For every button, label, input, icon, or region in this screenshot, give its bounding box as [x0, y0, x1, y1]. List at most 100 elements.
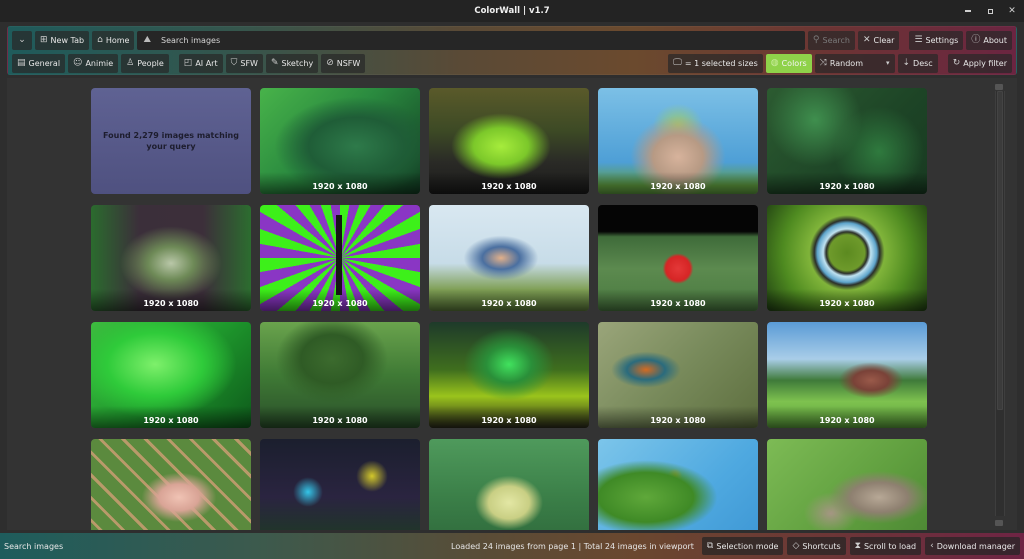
purity-sfw-toggle[interactable]: ⛉ SFW: [225, 53, 263, 73]
image-tile[interactable]: 1920 x 1080: [91, 205, 251, 311]
image-gallery: Found 2,279 images matching your query 1…: [7, 78, 1017, 530]
window-icon: ▤: [17, 57, 26, 68]
image-tile[interactable]: [429, 439, 589, 530]
image-tile[interactable]: 1920 x 1080: [429, 205, 589, 311]
toolbar-row-filters: ▤ General ☺ Animie ♙ People ◰ AI Art ⛉ S…: [12, 53, 1012, 73]
results-summary-tile: Found 2,279 images matching your query: [91, 88, 251, 194]
image-tile[interactable]: 1920 x 1080: [429, 322, 589, 428]
window-title: ColorWall | v1.7: [474, 6, 550, 16]
resolution-label: 1920 x 1080: [598, 289, 758, 311]
image-tile[interactable]: [767, 439, 927, 530]
category-anime-toggle[interactable]: ☺ Animie: [68, 53, 119, 73]
cat-face-icon: ☺: [73, 57, 83, 68]
status-left-text: Search images: [4, 541, 64, 551]
settings-button[interactable]: ☰ Settings: [909, 30, 964, 50]
image-tile[interactable]: 1920 x 1080: [260, 205, 420, 311]
image-tile[interactable]: [91, 439, 251, 530]
selection-mode-button[interactable]: ⧉ Selection mode: [701, 537, 784, 555]
category-label: General: [28, 58, 61, 68]
apply-filter-button[interactable]: ↻ Apply filter: [947, 53, 1012, 73]
purity-label: AI Art: [195, 58, 218, 68]
scroll-down-arrow[interactable]: [995, 520, 1003, 526]
order-button[interactable]: ⇣ Desc: [897, 53, 938, 73]
resolution-label: 1920 x 1080: [91, 289, 251, 311]
person-icon: ♙: [126, 57, 135, 68]
selection-mode-label: Selection mode: [716, 541, 779, 551]
monitor-icon: 🖵: [673, 57, 682, 68]
selection-icon: ⧉: [706, 540, 714, 551]
info-icon: ⓘ: [971, 34, 981, 45]
purity-sketchy-toggle[interactable]: ✎ Sketchy: [265, 53, 319, 73]
minimize-icon: [965, 10, 971, 12]
new-tab-label: New Tab: [50, 35, 85, 45]
shortcuts-button[interactable]: ◇ Shortcuts: [787, 537, 846, 555]
image-tile[interactable]: [598, 439, 758, 530]
image-tile[interactable]: 1920 x 1080: [598, 322, 758, 428]
resolution-label: 1920 x 1080: [260, 172, 420, 194]
sizes-label: = 1 selected sizes: [684, 58, 758, 68]
about-label: About: [983, 35, 1007, 45]
maximize-button[interactable]: [984, 5, 996, 17]
image-tile[interactable]: 1920 x 1080: [598, 205, 758, 311]
diamond-icon: ◇: [792, 540, 800, 551]
category-label: Animie: [85, 58, 114, 68]
shield-check-icon: ⛉: [230, 57, 238, 68]
image-tile[interactable]: 1920 x 1080: [767, 205, 927, 311]
resolution-label: 1920 x 1080: [260, 289, 420, 311]
shuffle-icon: ⤨: [819, 57, 827, 68]
image-tile[interactable]: 1920 x 1080: [767, 88, 927, 194]
sizes-button[interactable]: 🖵 = 1 selected sizes: [668, 53, 763, 73]
chevron-down-icon: ⌄: [18, 34, 26, 45]
image-tile[interactable]: [260, 439, 420, 530]
clear-button[interactable]: ✕ Clear: [857, 30, 900, 50]
tabs-dropdown-button[interactable]: ⌄: [12, 30, 32, 50]
image-tile[interactable]: 1920 x 1080: [260, 88, 420, 194]
load-status: Loaded 24 images from page 1 | Total 24 …: [451, 541, 694, 551]
maximize-icon: [987, 8, 993, 14]
scroll-up-arrow[interactable]: [995, 84, 1003, 90]
minimize-button[interactable]: [962, 5, 974, 17]
search-input[interactable]: [161, 35, 799, 45]
purity-nsfw-toggle[interactable]: ⊘ NSFW: [321, 53, 366, 73]
close-button[interactable]: ✕: [1006, 5, 1018, 17]
image-tile[interactable]: 1920 x 1080: [767, 322, 927, 428]
resolution-label: 1920 x 1080: [260, 406, 420, 428]
window-controls: ✕: [962, 0, 1018, 22]
sparkle-frame-icon: ◰: [183, 57, 193, 68]
search-button[interactable]: ⚲ Search: [807, 30, 855, 50]
purity-ai-art-toggle[interactable]: ◰ AI Art: [178, 53, 223, 73]
toolbar-row-search: ⌄ ⊞ New Tab ⌂ Home ⛰ ⚲ Search ✕ Clear ☰ …: [12, 30, 1012, 50]
image-grid: Found 2,279 images matching your query 1…: [91, 88, 927, 530]
resolution-label: 1920 x 1080: [429, 289, 589, 311]
sort-desc-icon: ⇣: [902, 57, 911, 68]
image-tile[interactable]: 1920 x 1080: [429, 88, 589, 194]
category-general-toggle[interactable]: ▤ General: [12, 53, 66, 73]
resolution-label: 1920 x 1080: [598, 172, 758, 194]
home-button[interactable]: ⌂ Home: [92, 30, 135, 50]
about-button[interactable]: ⓘ About: [966, 30, 1012, 50]
new-tab-button[interactable]: ⊞ New Tab: [35, 30, 90, 50]
sketch-icon: ✎: [270, 57, 279, 68]
image-tile[interactable]: 1920 x 1080: [598, 88, 758, 194]
scroll-to-load-label: Scroll to load: [863, 541, 917, 551]
download-manager-button[interactable]: ‹ Download manager: [925, 537, 1020, 555]
sort-dropdown[interactable]: ⤨ Random ▾: [814, 53, 895, 73]
image-tile[interactable]: 1920 x 1080: [260, 322, 420, 428]
category-people-toggle[interactable]: ♙ People: [121, 53, 169, 73]
shortcuts-label: Shortcuts: [802, 541, 841, 551]
resolution-label: 1920 x 1080: [767, 289, 927, 311]
resolution-label: 1920 x 1080: [598, 406, 758, 428]
results-summary: Found 2,279 images matching your query: [103, 131, 239, 151]
colors-button[interactable]: ◍ Colors: [765, 53, 812, 73]
status-bar: Search images Loaded 24 images from page…: [0, 533, 1024, 559]
vertical-scrollbar[interactable]: [995, 91, 1005, 516]
image-tile[interactable]: 1920 x 1080: [91, 322, 251, 428]
refresh-icon: ↻: [952, 57, 961, 68]
search-icon: ⚲: [812, 34, 820, 45]
scroll-to-load-button[interactable]: ⧗ Scroll to load: [849, 537, 922, 555]
purity-label: SFW: [240, 58, 258, 68]
scrollbar-thumb[interactable]: [997, 91, 1003, 410]
search-field[interactable]: ⛰: [137, 30, 805, 50]
purity-label: NSFW: [336, 58, 361, 68]
home-icon: ⌂: [97, 34, 103, 45]
